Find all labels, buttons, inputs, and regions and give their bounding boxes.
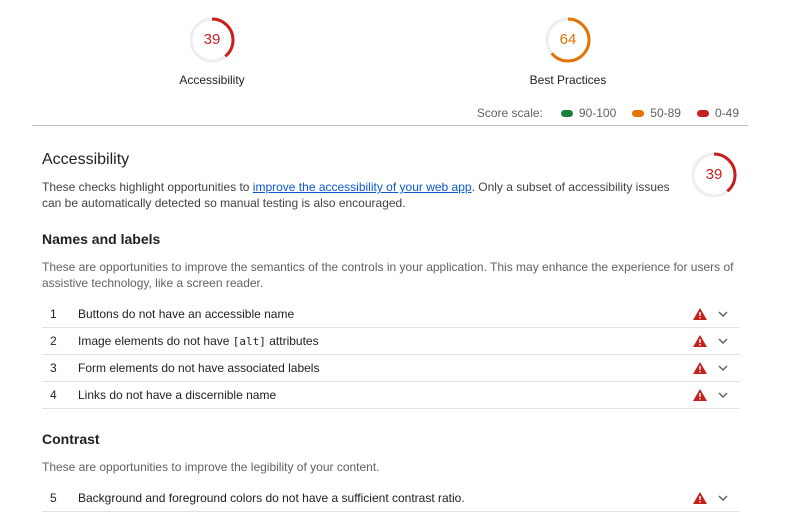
- scale-label: 0-49: [714, 106, 739, 120]
- gauge-score: 39: [203, 31, 221, 48]
- chevron-down-icon[interactable]: [717, 389, 729, 401]
- warning-triangle-icon: [693, 362, 707, 374]
- audit-row[interactable]: 3 Form elements do not have associated l…: [42, 355, 739, 382]
- warning-triangle-icon: [693, 492, 707, 504]
- warning-triangle-icon: [693, 389, 707, 401]
- audit-number: 1: [50, 307, 57, 321]
- gauge-best-practices[interactable]: 64 Best Practices: [498, 15, 638, 87]
- audit-row[interactable]: 1 Buttons do not have an accessible name: [42, 301, 739, 328]
- audit-title: Buttons do not have an accessible name: [78, 307, 295, 321]
- scale-item-fail: 0-49: [696, 106, 739, 120]
- scale-item-pass: 90-100: [560, 106, 617, 120]
- section-title: Accessibility: [42, 151, 130, 168]
- description-text: These checks highlight opportunities to: [42, 180, 253, 194]
- accessibility-link[interactable]: improve the accessibility of your web ap…: [253, 180, 472, 194]
- warning-triangle-icon: [693, 308, 707, 320]
- audit-number: 5: [50, 491, 57, 505]
- gauge-label: Accessibility: [179, 73, 245, 87]
- section-description: These checks highlight opportunities to …: [42, 179, 682, 211]
- gauge-ring: 39: [187, 15, 237, 65]
- gauge-score: 64: [559, 31, 577, 48]
- audit-number: 2: [50, 334, 57, 348]
- fail-dot-icon: [696, 109, 709, 117]
- chevron-down-icon[interactable]: [717, 492, 729, 504]
- audit-title: Links do not have a discernible name: [78, 388, 277, 402]
- audit-number: 3: [50, 361, 57, 375]
- chevron-down-icon[interactable]: [717, 362, 729, 374]
- audit-number: 4: [50, 388, 57, 402]
- group-description: These are opportunities to improve the s…: [42, 260, 734, 290]
- average-dot-icon: [632, 109, 645, 117]
- chevron-down-icon[interactable]: [717, 308, 729, 320]
- scale-label: 90-100: [578, 106, 617, 120]
- section-gauge: 39: [689, 150, 739, 200]
- group-title: Contrast: [42, 431, 100, 447]
- audit-title: Form elements do not have associated lab…: [78, 361, 320, 375]
- scale-label: 50-89: [650, 106, 681, 120]
- group-title: Names and labels: [42, 231, 161, 247]
- gauge-ring: 64: [543, 15, 593, 65]
- score-scale: Score scale: 90-100 50-89 0-49: [477, 106, 739, 120]
- group-description: These are opportunities to improve the l…: [42, 460, 380, 474]
- warning-triangle-icon: [693, 335, 707, 347]
- pass-dot-icon: [560, 109, 573, 117]
- divider: [32, 125, 748, 126]
- audit-row[interactable]: 4 Links do not have a discernible name: [42, 382, 739, 409]
- chevron-down-icon[interactable]: [717, 335, 729, 347]
- gauge-accessibility[interactable]: 39 Accessibility: [142, 15, 282, 87]
- section-score: 39: [705, 166, 723, 183]
- gauge-label: Best Practices: [529, 73, 607, 87]
- audit-title-text: attributes: [265, 334, 319, 348]
- score-scale-title: Score scale:: [476, 106, 543, 120]
- audit-title-text: Image elements do not have: [78, 334, 233, 348]
- scale-item-average: 50-89: [632, 106, 681, 120]
- audit-code: [alt]: [232, 335, 266, 348]
- audit-row[interactable]: 5 Background and foreground colors do no…: [42, 485, 739, 512]
- audit-row[interactable]: 2 Image elements do not have [alt] attri…: [42, 328, 739, 355]
- audit-title: Background and foreground colors do not …: [78, 491, 465, 505]
- audit-title: Image elements do not have [alt] attribu…: [78, 334, 693, 348]
